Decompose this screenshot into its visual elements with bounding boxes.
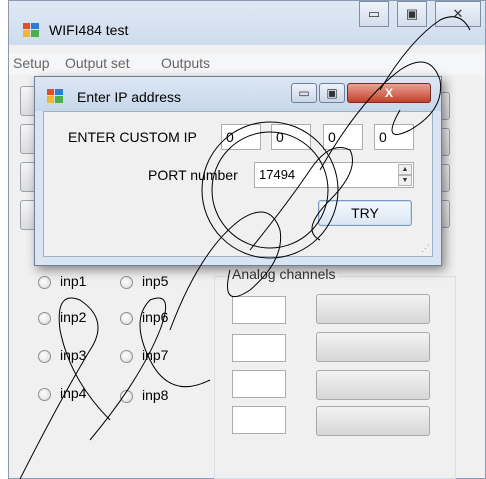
radio-inp2[interactable] <box>38 312 51 325</box>
dialog-client-area: ENTER CUSTOM IP 0 0 0 0 PORT number 1749… <box>43 111 433 257</box>
radio-inp1[interactable] <box>38 276 51 289</box>
dialog-title: Enter IP address <box>77 89 182 105</box>
spin-down-icon[interactable]: ▼ <box>398 175 412 186</box>
ip-dialog: Enter IP address ▭ ▣ X ENTER CUSTOM IP 0… <box>34 76 442 266</box>
dialog-app-icon <box>47 89 63 103</box>
window-title: WIFI484 test <box>49 22 129 38</box>
radio-label-inp7: inp7 <box>142 347 169 363</box>
ip-octet-1[interactable]: 0 <box>221 124 261 150</box>
spin-up-icon[interactable]: ▲ <box>398 164 412 175</box>
analog-bar-2[interactable] <box>316 332 430 362</box>
app-icon <box>23 23 39 37</box>
analog-value-1[interactable] <box>232 296 286 324</box>
minimize-button[interactable]: ▭ <box>359 1 389 27</box>
analog-value-2[interactable] <box>232 334 286 362</box>
analog-value-3[interactable] <box>232 370 286 398</box>
radio-label-inp4: inp4 <box>60 385 87 401</box>
analog-bar-4[interactable] <box>316 406 430 436</box>
maximize-icon: ▣ <box>405 6 419 21</box>
analog-group-title: Analog channels <box>230 266 338 282</box>
ip-octet-2[interactable]: 0 <box>271 124 311 150</box>
port-field[interactable]: 17494 ▲ ▼ <box>254 162 414 188</box>
ip-octet-4[interactable]: 0 <box>374 124 414 150</box>
radio-inp6[interactable] <box>120 312 133 325</box>
menu-bar: Setup Output set Outputs <box>9 53 485 75</box>
radio-label-inp3: inp3 <box>60 347 87 363</box>
maximize-button[interactable]: ▣ <box>397 1 427 27</box>
ip-label: ENTER CUSTOM IP <box>68 129 197 145</box>
try-button[interactable]: TRY <box>318 200 412 226</box>
radio-label-inp5: inp5 <box>142 273 169 289</box>
radio-label-inp8: inp8 <box>142 387 169 403</box>
main-titlebar[interactable]: WIFI484 test ▭ ▣ ✕ <box>9 1 485 45</box>
menu-setup[interactable]: Setup <box>13 55 50 71</box>
menu-outputs[interactable]: Outputs <box>161 55 210 71</box>
radio-inp5[interactable] <box>120 276 133 289</box>
minimize-icon: ▭ <box>367 6 381 21</box>
analog-value-4[interactable] <box>232 406 286 434</box>
radio-inp4[interactable] <box>38 388 51 401</box>
radio-label-inp2: inp2 <box>60 309 87 325</box>
port-value: 17494 <box>259 167 296 182</box>
analog-bar-1[interactable] <box>316 294 430 324</box>
maximize-icon: ▣ <box>326 86 338 100</box>
dialog-titlebar[interactable]: Enter IP address ▭ ▣ X <box>35 77 441 111</box>
dialog-minimize-button[interactable]: ▭ <box>291 83 317 103</box>
close-button[interactable]: ✕ <box>435 1 481 27</box>
dialog-maximize-button[interactable]: ▣ <box>319 83 345 103</box>
minimize-icon: ▭ <box>298 86 310 100</box>
radio-inp8[interactable] <box>120 390 133 403</box>
radio-inp3[interactable] <box>38 350 51 363</box>
analog-bar-3[interactable] <box>316 370 430 400</box>
resize-grip-icon[interactable]: ⋰ <box>421 243 430 254</box>
ip-octet-3[interactable]: 0 <box>323 124 363 150</box>
radio-label-inp6: inp6 <box>142 309 169 325</box>
close-icon: X <box>384 86 393 100</box>
radio-label-inp1: inp1 <box>60 273 87 289</box>
dialog-close-button[interactable]: X <box>347 83 431 103</box>
menu-output-set[interactable]: Output set <box>65 55 130 71</box>
radio-inp7[interactable] <box>120 350 133 363</box>
close-icon: ✕ <box>452 6 464 21</box>
port-label: PORT number <box>148 167 238 183</box>
